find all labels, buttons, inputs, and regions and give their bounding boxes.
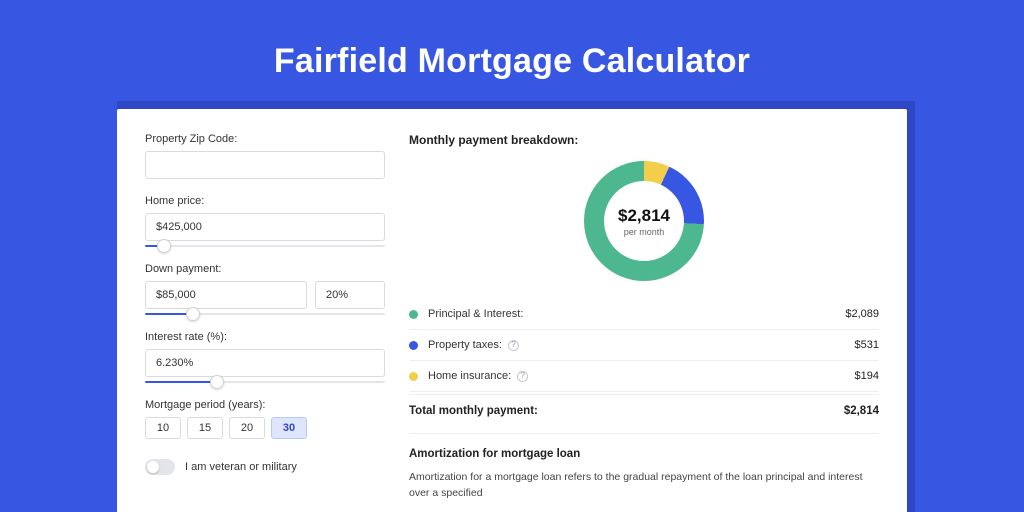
period-option-10[interactable]: 10: [145, 417, 181, 439]
info-icon[interactable]: ?: [508, 340, 519, 351]
legend-label: Principal & Interest:: [428, 308, 845, 320]
dot-icon: [409, 341, 418, 350]
down-payment-group: Down payment:: [145, 263, 385, 315]
info-icon[interactable]: ?: [517, 371, 528, 382]
veteran-row: I am veteran or military: [145, 459, 385, 475]
amortization-body: Amortization for a mortgage loan refers …: [409, 470, 879, 502]
legend-value: $194: [855, 370, 879, 382]
interest-rate-label: Interest rate (%):: [145, 331, 385, 343]
period-label: Mortgage period (years):: [145, 399, 385, 411]
legend-home-insurance: Home insurance: ? $194: [409, 361, 879, 392]
legend-text: Principal & Interest:: [428, 308, 523, 320]
home-price-input[interactable]: [145, 213, 385, 241]
veteran-label: I am veteran or military: [185, 461, 297, 473]
interest-rate-input[interactable]: [145, 349, 385, 377]
dot-icon: [409, 310, 418, 319]
donut-sub: per month: [624, 227, 665, 237]
period-option-20[interactable]: 20: [229, 417, 265, 439]
zip-input[interactable]: [145, 151, 385, 179]
interest-rate-slider[interactable]: [145, 381, 385, 383]
amortization-section: Amortization for mortgage loan Amortizat…: [409, 433, 879, 502]
legend-label: Property taxes: ?: [428, 339, 855, 351]
legend-value: $531: [855, 339, 879, 351]
donut-center: $2,814 per month: [584, 161, 704, 281]
home-price-label: Home price:: [145, 195, 385, 207]
amortization-heading: Amortization for mortgage loan: [409, 448, 879, 460]
breakdown-donut-chart: $2,814 per month: [584, 161, 704, 281]
home-price-group: Home price:: [145, 195, 385, 247]
breakdown-panel: Monthly payment breakdown: $2,814 per mo…: [409, 133, 879, 512]
total-row: Total monthly payment: $2,814: [409, 394, 879, 433]
legend-text: Home insurance:: [428, 370, 511, 382]
form-panel: Property Zip Code: Home price: Down paym…: [145, 133, 385, 512]
interest-rate-group: Interest rate (%):: [145, 331, 385, 383]
period-group: Mortgage period (years): 10 15 20 30: [145, 399, 385, 439]
zip-group: Property Zip Code:: [145, 133, 385, 179]
donut-wrap: $2,814 per month: [409, 161, 879, 281]
down-payment-slider-thumb[interactable]: [186, 307, 200, 321]
down-payment-label: Down payment:: [145, 263, 385, 275]
period-option-30[interactable]: 30: [271, 417, 307, 439]
down-payment-input[interactable]: [145, 281, 307, 309]
legend-value: $2,089: [845, 308, 879, 320]
period-option-15[interactable]: 15: [187, 417, 223, 439]
home-price-slider-thumb[interactable]: [157, 239, 171, 253]
legend-label: Home insurance: ?: [428, 370, 855, 382]
calculator-card: Property Zip Code: Home price: Down paym…: [117, 109, 907, 512]
breakdown-heading: Monthly payment breakdown:: [409, 133, 879, 147]
zip-label: Property Zip Code:: [145, 133, 385, 145]
legend-text: Property taxes:: [428, 339, 502, 351]
interest-rate-slider-fill: [145, 381, 217, 383]
total-label: Total monthly payment:: [409, 405, 844, 417]
page-title: Fairfield Mortgage Calculator: [0, 42, 1024, 81]
legend-principal-interest: Principal & Interest: $2,089: [409, 299, 879, 330]
total-value: $2,814: [844, 405, 879, 417]
legend-property-taxes: Property taxes: ? $531: [409, 330, 879, 361]
home-price-slider[interactable]: [145, 245, 385, 247]
donut-amount: $2,814: [618, 206, 670, 226]
down-payment-pct-input[interactable]: [315, 281, 385, 309]
veteran-toggle[interactable]: [145, 459, 175, 475]
down-payment-slider[interactable]: [145, 313, 385, 315]
interest-rate-slider-thumb[interactable]: [210, 375, 224, 389]
dot-icon: [409, 372, 418, 381]
